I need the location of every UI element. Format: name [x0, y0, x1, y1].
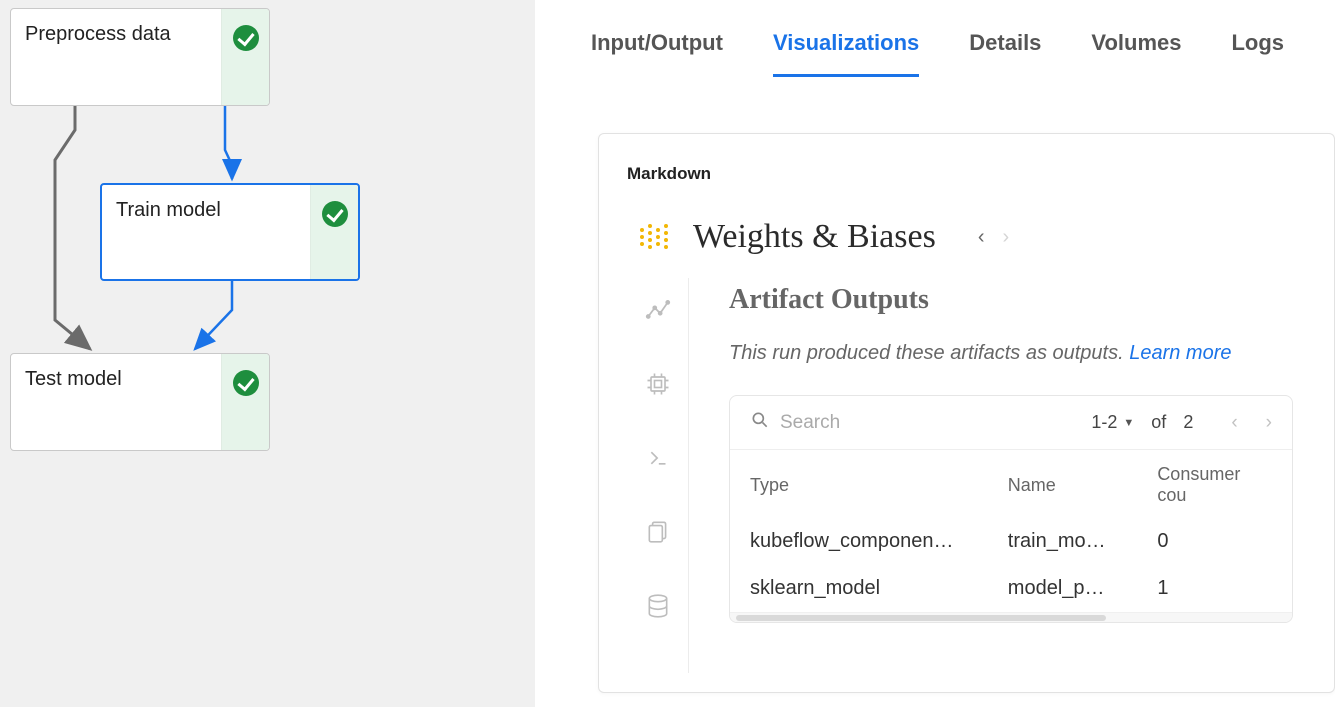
- card-title: Weights & Biases: [693, 218, 936, 256]
- section-title: Artifact Outputs: [729, 284, 1310, 316]
- col-consumer-count[interactable]: Consumer cou: [1137, 450, 1292, 519]
- section-description: This run produced these artifacts as out…: [729, 342, 1310, 365]
- node-status: [310, 185, 358, 279]
- details-panel: Input/Output Visualizations Details Volu…: [535, 0, 1335, 707]
- card-next-button[interactable]: ›: [1002, 226, 1009, 249]
- visualization-card: Markdown Weights & Biases ‹ ›: [598, 133, 1335, 693]
- col-name[interactable]: Name: [988, 450, 1138, 519]
- node-label: Preprocess data: [11, 9, 221, 105]
- pagination-range[interactable]: 1-2▼ of 2: [1091, 412, 1193, 433]
- table-row[interactable]: kubeflow_componen… train_mo… 0: [730, 518, 1292, 565]
- check-icon: [233, 25, 259, 51]
- tab-visualizations[interactable]: Visualizations: [773, 30, 919, 77]
- files-icon[interactable]: [644, 518, 672, 546]
- table-row[interactable]: sklearn_model model_p… 1: [730, 565, 1292, 612]
- card-sidebar: [627, 278, 689, 673]
- wandb-logo-icon: [637, 220, 671, 254]
- tab-input-output[interactable]: Input/Output: [591, 30, 723, 77]
- pipeline-canvas[interactable]: Preprocess data Train model Test model: [0, 0, 535, 707]
- node-train[interactable]: Train model: [100, 183, 360, 281]
- terminal-icon[interactable]: [644, 444, 672, 472]
- check-icon: [233, 370, 259, 396]
- tab-logs[interactable]: Logs: [1231, 30, 1284, 77]
- node-label: Test model: [11, 354, 221, 450]
- chart-line-icon[interactable]: [644, 296, 672, 324]
- page-prev-button[interactable]: ‹: [1231, 412, 1237, 434]
- search-icon: [750, 410, 770, 435]
- card-prev-button[interactable]: ‹: [978, 226, 985, 249]
- tabs: Input/Output Visualizations Details Volu…: [535, 0, 1335, 78]
- tab-details[interactable]: Details: [969, 30, 1041, 77]
- node-status: [221, 9, 269, 105]
- learn-more-link[interactable]: Learn more: [1129, 342, 1231, 364]
- table-header-row: Type Name Consumer cou: [730, 450, 1292, 519]
- node-preprocess[interactable]: Preprocess data: [10, 8, 270, 106]
- node-status: [221, 354, 269, 450]
- node-test[interactable]: Test model: [10, 353, 270, 451]
- page-next-button[interactable]: ›: [1266, 412, 1272, 434]
- cpu-icon[interactable]: [644, 370, 672, 398]
- database-icon[interactable]: [644, 592, 672, 620]
- card-type-label: Markdown: [627, 164, 1310, 184]
- search-input[interactable]: [778, 411, 918, 435]
- horizontal-scrollbar[interactable]: [730, 612, 1292, 622]
- check-icon: [322, 201, 348, 227]
- col-type[interactable]: Type: [730, 450, 988, 519]
- node-label: Train model: [102, 185, 310, 279]
- caret-down-icon: ▼: [1123, 417, 1134, 429]
- artifact-table: 1-2▼ of 2 ‹ › Type: [729, 395, 1293, 623]
- tab-volumes[interactable]: Volumes: [1091, 30, 1181, 77]
